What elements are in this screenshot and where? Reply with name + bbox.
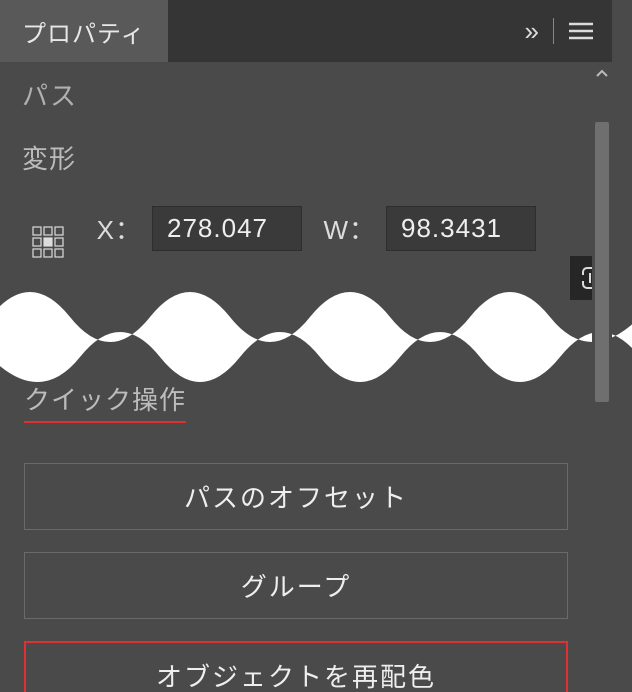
transform-row: X： W： [22, 194, 590, 262]
offset-path-button[interactable]: パスのオフセット [24, 463, 568, 530]
quick-actions-title: クイック操作 [24, 380, 568, 423]
divider [553, 18, 554, 44]
scroll-up-arrow-icon[interactable] [592, 62, 612, 84]
w-input[interactable] [386, 206, 536, 251]
w-coord: W： [320, 206, 536, 251]
recolor-artwork-button[interactable]: オブジェクトを再配色 [24, 641, 568, 692]
panel-tab-label: プロパティ [22, 14, 146, 49]
w-label: W： [320, 210, 376, 247]
quick-actions-section: クイック操作 パスのオフセット グループ オブジェクトを再配色 [0, 380, 592, 692]
collapse-icon[interactable]: » [525, 16, 539, 47]
menu-icon[interactable] [568, 21, 594, 41]
x-label: X： [86, 210, 142, 247]
quick-actions-title-text: クイック操作 [24, 380, 186, 423]
transform-section: 変形 X： [0, 119, 612, 270]
properties-panel: プロパティ » パス 変形 [0, 0, 612, 692]
object-type-label: パス [0, 62, 612, 119]
header-spacer [168, 0, 507, 62]
panel-header: プロパティ » [0, 0, 612, 62]
header-icons: » [507, 0, 612, 62]
group-button[interactable]: グループ [24, 552, 568, 619]
x-coord: X： [86, 206, 302, 251]
truncation-wave [0, 262, 632, 382]
transform-title: 変形 [22, 139, 590, 176]
scrollbar[interactable] [592, 62, 612, 692]
panel-tab-properties[interactable]: プロパティ [0, 0, 168, 62]
scroll-thumb[interactable] [595, 122, 609, 402]
reference-point-icon[interactable] [28, 222, 68, 262]
x-input[interactable] [152, 206, 302, 251]
